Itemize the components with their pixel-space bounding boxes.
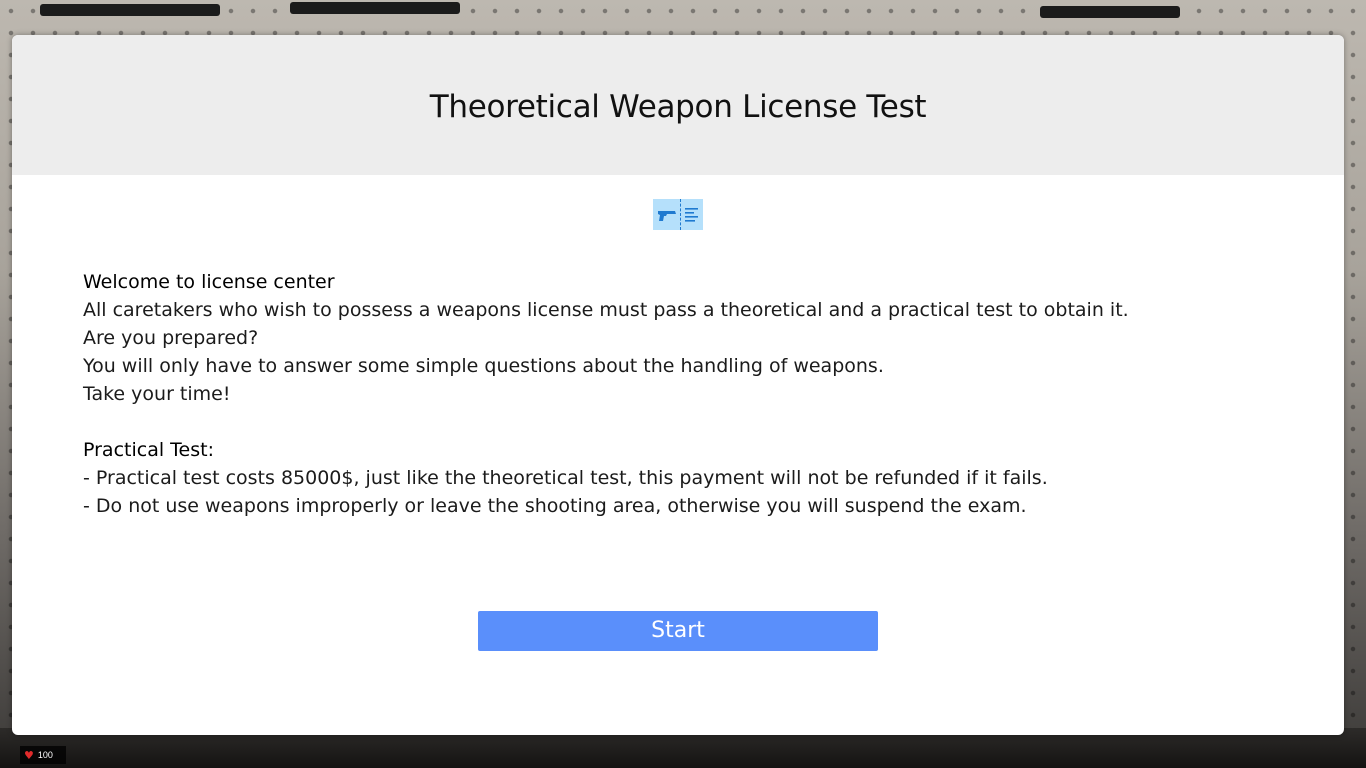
health-hud: ♥ 100 <box>20 746 66 764</box>
document-lines-icon <box>685 207 698 222</box>
heart-icon: ♥ <box>24 748 34 762</box>
health-value: 100 <box>37 750 53 760</box>
modal-header: Theoretical Weapon License Test <box>12 35 1344 175</box>
modal-title: Theoretical Weapon License Test <box>429 89 927 125</box>
background-rifle <box>1040 6 1180 18</box>
practical-line: - Do not use weapons improperly or leave… <box>83 495 1027 517</box>
weapon-license-badge <box>653 199 703 230</box>
badge-divider <box>680 199 681 230</box>
intro-line: You will only have to answer some simple… <box>83 355 884 377</box>
start-button[interactable]: Start <box>478 611 878 651</box>
badge-row <box>12 199 1344 230</box>
pistol-icon <box>658 210 676 221</box>
intro-line: Take your time! <box>83 383 231 405</box>
practical-line: - Practical test costs 85000$, just like… <box>83 467 1048 489</box>
intro-line: All caretakers who wish to possess a wea… <box>83 299 1129 321</box>
modal-content: Welcome to license center All caretakers… <box>83 268 1344 520</box>
intro-heading: Welcome to license center <box>83 271 335 293</box>
practical-heading: Practical Test: <box>83 439 214 461</box>
intro-line: Are you prepared? <box>83 327 259 349</box>
background-rifle <box>40 4 220 16</box>
background-rifle <box>290 2 460 14</box>
license-test-modal: Theoretical Weapon License Test Welcome … <box>12 35 1344 735</box>
